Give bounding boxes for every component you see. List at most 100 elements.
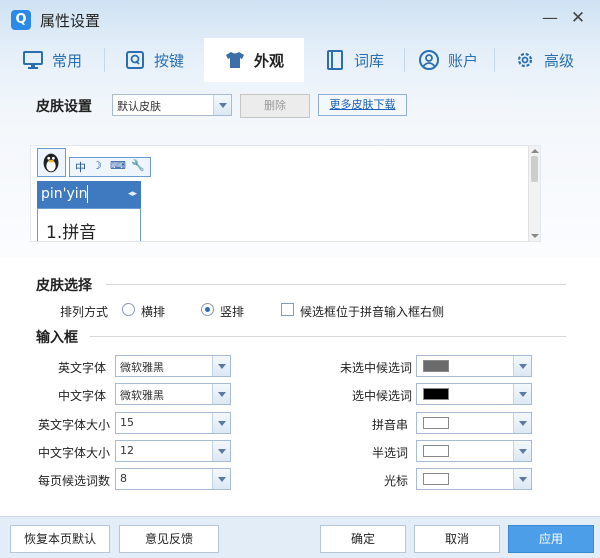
tab-label: 按键 xyxy=(153,51,184,70)
chevron-down-icon xyxy=(513,469,531,489)
scroll-down-icon[interactable] xyxy=(531,234,539,238)
english-size-label: 英文字体大小 xyxy=(38,418,111,432)
horizontal-radio[interactable] xyxy=(122,303,135,316)
page-nav-arrows-icon: ◂▸ xyxy=(127,189,137,199)
tab-common[interactable]: 常用 xyxy=(2,38,102,82)
select-value: 微软雅黑 xyxy=(120,389,164,402)
divider xyxy=(90,336,566,337)
settings-window: Q 属性设置 — ✕ 常用 按键 外观 词库 账户 高级 皮肤设置 默认皮肤 删… xyxy=(0,0,600,558)
window-title: 属性设置 xyxy=(40,12,101,30)
close-button[interactable]: ✕ xyxy=(568,8,588,28)
skin-select-value: 默认皮肤 xyxy=(117,100,161,113)
ime-candidate-box: 1.拼音 xyxy=(37,208,141,242)
horizontal-label: 横排 xyxy=(141,305,166,319)
tab-appearance[interactable]: 外观 xyxy=(204,38,304,82)
color-swatch xyxy=(423,417,449,429)
restore-defaults-button[interactable]: 恢复本页默认 xyxy=(10,525,110,553)
select-value: 12 xyxy=(120,444,134,457)
selected-candidate-label: 选中候选词 xyxy=(352,389,413,403)
candidate-right-checkbox[interactable] xyxy=(281,303,294,316)
color-swatch xyxy=(423,388,449,400)
cursor-color-select[interactable] xyxy=(416,468,532,490)
selected-candidate-color-select[interactable] xyxy=(416,383,532,405)
select-value: 微软雅黑 xyxy=(120,361,164,374)
select-value: 15 xyxy=(120,416,134,429)
chinese-mode-label: 中 xyxy=(75,161,86,174)
book-icon xyxy=(326,50,343,70)
scroll-thumb[interactable] xyxy=(531,156,538,182)
input-box-label: 输入框 xyxy=(36,330,78,346)
color-swatch xyxy=(423,360,449,372)
unselected-candidate-color-select[interactable] xyxy=(416,355,532,377)
cancel-button[interactable]: 取消 xyxy=(414,525,500,553)
tab-dictionary[interactable]: 词库 xyxy=(304,38,404,82)
footer: 恢复本页默认 意见反馈 确定 取消 应用 xyxy=(0,516,600,558)
pinyin-string-color-select[interactable] xyxy=(416,412,532,434)
key-q-icon xyxy=(125,51,144,69)
ime-status-bar: 中 ☽ ⌨ 🔧 xyxy=(69,157,151,177)
color-swatch xyxy=(423,473,449,485)
chevron-down-icon xyxy=(513,413,531,433)
tab-label: 外观 xyxy=(253,51,284,70)
chevron-down-icon xyxy=(212,384,230,404)
chevron-down-icon xyxy=(212,441,230,461)
ok-button[interactable]: 确定 xyxy=(320,525,406,553)
vertical-label: 竖排 xyxy=(220,305,245,319)
app-logo-icon: Q xyxy=(11,10,31,30)
half-selected-color-select[interactable] xyxy=(416,440,532,462)
pinyin-string-label: 拼音串 xyxy=(372,418,409,432)
tab-keys[interactable]: 按键 xyxy=(104,38,204,82)
tab-advanced[interactable]: 高级 xyxy=(494,38,594,82)
gear-icon xyxy=(517,52,533,68)
chevron-down-icon xyxy=(212,356,230,376)
chevron-down-icon xyxy=(212,413,230,433)
candidate-text: 1.拼音 xyxy=(46,223,97,242)
more-skins-link[interactable]: 更多皮肤下载 xyxy=(318,94,407,116)
wrench-icon: 🔧 xyxy=(131,159,145,172)
keyboard-icon: ⌨ xyxy=(110,159,126,172)
tab-label: 常用 xyxy=(51,51,82,70)
header: Q 属性设置 — ✕ 常用 按键 外观 词库 账户 高级 皮肤设置 默认皮肤 删… xyxy=(0,0,600,258)
minimize-button[interactable]: — xyxy=(540,8,560,28)
text-caret xyxy=(87,185,88,203)
chevron-down-icon xyxy=(213,95,231,115)
feedback-button[interactable]: 意见反馈 xyxy=(119,525,219,553)
english-font-select[interactable]: 微软雅黑 xyxy=(115,355,231,377)
scroll-up-icon[interactable] xyxy=(531,149,539,153)
tab-bar: 常用 按键 外观 词库 账户 高级 xyxy=(0,38,600,82)
chevron-down-icon xyxy=(513,441,531,461)
candidate-right-label: 候选框位于拼音输入框右侧 xyxy=(300,305,445,319)
moon-icon: ☽ xyxy=(92,159,102,172)
unselected-candidate-label: 未选中候选词 xyxy=(340,361,413,375)
tab-label: 高级 xyxy=(543,51,574,70)
chinese-font-select[interactable]: 微软雅黑 xyxy=(115,383,231,405)
delete-skin-button[interactable]: 删除 xyxy=(240,94,310,118)
chevron-down-icon xyxy=(513,356,531,376)
half-selected-label: 半选词 xyxy=(372,446,409,460)
skin-settings-label: 皮肤设置 xyxy=(36,99,92,115)
skin-select[interactable]: 默认皮肤 xyxy=(112,94,232,116)
tab-label: 账户 xyxy=(447,51,478,70)
ime-input-box: pin'yin ◂▸ xyxy=(37,181,141,208)
english-font-label: 英文字体 xyxy=(58,361,107,375)
candidates-per-page-label: 每页候选词数 xyxy=(38,474,111,488)
english-size-select[interactable]: 15 xyxy=(115,412,231,434)
chinese-size-select[interactable]: 12 xyxy=(115,440,231,462)
chevron-down-icon xyxy=(212,469,230,489)
select-value: 8 xyxy=(120,472,127,485)
preview-scrollbar[interactable] xyxy=(528,146,540,241)
tab-label: 词库 xyxy=(353,51,384,70)
penguin-avatar-icon xyxy=(37,148,66,177)
vertical-radio[interactable] xyxy=(201,303,214,316)
user-icon xyxy=(418,50,439,70)
skin-choice-label: 皮肤选择 xyxy=(36,278,92,294)
color-swatch xyxy=(423,445,449,457)
chevron-down-icon xyxy=(513,384,531,404)
skin-preview: 中 ☽ ⌨ 🔧 pin'yin ◂▸ 1.拼音 xyxy=(30,145,541,242)
tab-account[interactable]: 账户 xyxy=(398,38,498,82)
candidates-per-page-select[interactable]: 8 xyxy=(115,468,231,490)
chinese-size-label: 中文字体大小 xyxy=(38,446,111,460)
apply-button[interactable]: 应用 xyxy=(508,525,594,553)
cursor-label: 光标 xyxy=(384,474,409,488)
tshirt-icon xyxy=(225,52,244,68)
